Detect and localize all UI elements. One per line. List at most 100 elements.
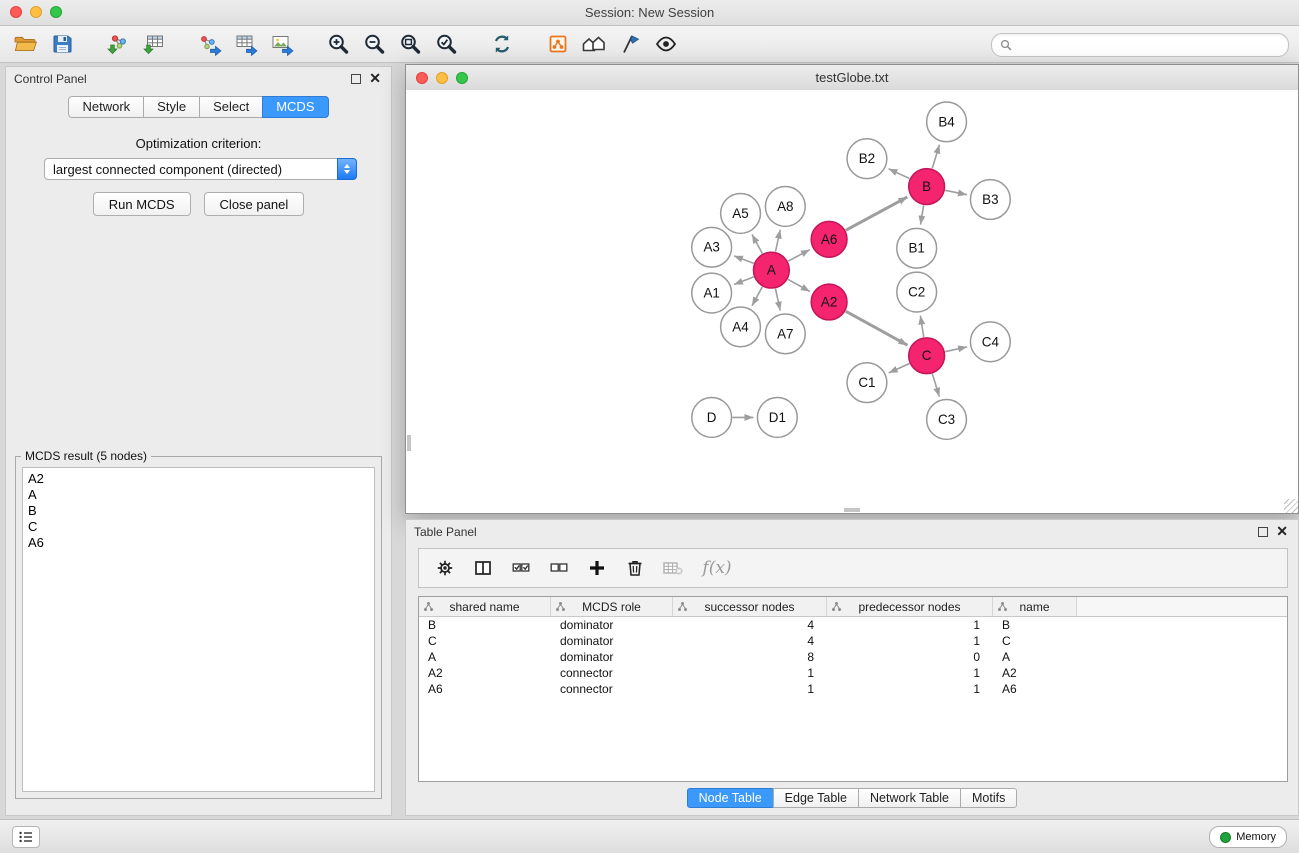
table-float-panel-icon[interactable] — [1258, 527, 1268, 537]
import-table-button[interactable] — [136, 29, 172, 60]
network-view[interactable]: B4B2BB3A5A8A6A3B1AA1C2A2A4A7C4CC1C3DD1 — [406, 90, 1298, 513]
table-cell[interactable]: A — [419, 650, 551, 664]
table-settings-button[interactable] — [429, 553, 461, 583]
table-row[interactable]: Bdominator41B — [419, 617, 1287, 633]
table-tab-edge-table[interactable]: Edge Table — [773, 788, 859, 808]
column-header-name[interactable]: name — [993, 597, 1077, 616]
column-header-predecessor-nodes[interactable]: predecessor nodes — [827, 597, 993, 616]
save-session-button[interactable] — [44, 29, 80, 60]
table-cell[interactable]: C — [419, 634, 551, 648]
mcds-result-item[interactable]: C — [28, 519, 369, 535]
export-image-button[interactable] — [264, 29, 300, 60]
table-cell[interactable]: B — [419, 618, 551, 632]
table-cell[interactable]: 4 — [673, 618, 827, 632]
refresh-button[interactable] — [484, 29, 520, 60]
table-cell[interactable]: C — [993, 634, 1077, 648]
zoom-selected-button[interactable] — [428, 29, 464, 60]
graph-node-C2[interactable]: C2 — [897, 272, 937, 312]
graph-node-A7[interactable]: A7 — [765, 314, 805, 354]
delete-table-button[interactable] — [657, 553, 689, 583]
table-cell[interactable]: A — [993, 650, 1077, 664]
run-mcds-button[interactable]: Run MCDS — [93, 192, 191, 216]
network-canvas[interactable]: B4B2BB3A5A8A6A3B1AA1C2A2A4A7C4CC1C3DD1 — [406, 90, 1298, 513]
delete-column-button[interactable] — [619, 553, 651, 583]
table-cell[interactable]: dominator — [551, 618, 673, 632]
table-cell[interactable]: 1 — [827, 682, 993, 696]
graph-node-A4[interactable]: A4 — [721, 307, 761, 347]
graph-node-C4[interactable]: C4 — [970, 322, 1010, 362]
tab-mcds[interactable]: MCDS — [262, 96, 328, 118]
graph-node-B2[interactable]: B2 — [847, 139, 887, 179]
table-tab-motifs[interactable]: Motifs — [960, 788, 1017, 808]
table-cell[interactable]: A2 — [993, 666, 1077, 680]
graph-node-A2[interactable]: A2 — [811, 284, 847, 320]
table-row[interactable]: A2connector11A2 — [419, 665, 1287, 681]
zoom-fit-button[interactable] — [392, 29, 428, 60]
graph-node-B4[interactable]: B4 — [927, 102, 967, 142]
table-row[interactable]: Cdominator41C — [419, 633, 1287, 649]
table-cell[interactable]: connector — [551, 682, 673, 696]
first-neighbors-button[interactable] — [540, 29, 576, 60]
table-cell[interactable]: A6 — [419, 682, 551, 696]
tab-style[interactable]: Style — [143, 96, 200, 118]
table-cell[interactable]: 1 — [827, 634, 993, 648]
close-panel-icon[interactable]: ✕ — [369, 70, 381, 86]
table-cell[interactable]: A2 — [419, 666, 551, 680]
export-network-button[interactable] — [192, 29, 228, 60]
table-cell[interactable]: A6 — [993, 682, 1077, 696]
table-cell[interactable]: 1 — [673, 666, 827, 680]
export-table-button[interactable] — [228, 29, 264, 60]
open-folder-button[interactable] — [8, 29, 44, 60]
task-history-button[interactable] — [12, 826, 40, 848]
tab-select[interactable]: Select — [199, 96, 263, 118]
add-column-button[interactable] — [581, 553, 613, 583]
column-header-mcds-role[interactable]: MCDS role — [551, 597, 673, 616]
graph-node-A1[interactable]: A1 — [692, 273, 732, 313]
graph-node-C1[interactable]: C1 — [847, 363, 887, 403]
graph-node-D1[interactable]: D1 — [757, 398, 797, 438]
visual-style-button[interactable] — [612, 29, 648, 60]
table-row[interactable]: A6connector11A6 — [419, 681, 1287, 697]
memory-button[interactable]: Memory — [1209, 826, 1287, 848]
table-cell[interactable]: B — [993, 618, 1077, 632]
resize-grip[interactable] — [1284, 499, 1298, 513]
table-cell[interactable]: 1 — [827, 666, 993, 680]
function-builder-button[interactable]: f(x) — [695, 553, 739, 583]
show-hide-graphics-button[interactable] — [648, 29, 684, 60]
graph-node-A8[interactable]: A8 — [765, 187, 805, 227]
table-cell[interactable]: 8 — [673, 650, 827, 664]
table-cell[interactable]: 1 — [673, 682, 827, 696]
table-cell[interactable]: 1 — [827, 618, 993, 632]
table-row[interactable]: Adominator80A — [419, 649, 1287, 665]
table-cell[interactable]: dominator — [551, 650, 673, 664]
table-tab-node-table[interactable]: Node Table — [687, 788, 774, 808]
import-network-button[interactable] — [100, 29, 136, 60]
graph-node-A3[interactable]: A3 — [692, 227, 732, 267]
graph-node-B[interactable]: B — [909, 169, 945, 205]
float-panel-icon[interactable] — [351, 74, 361, 84]
graph-node-A6[interactable]: A6 — [811, 221, 847, 257]
search-input[interactable] — [1012, 38, 1288, 52]
mcds-result-item[interactable]: A2 — [28, 471, 369, 487]
mcds-result-item[interactable]: A6 — [28, 535, 369, 551]
graph-node-D[interactable]: D — [692, 398, 732, 438]
table-cell[interactable]: 4 — [673, 634, 827, 648]
zoom-in-button[interactable] — [320, 29, 356, 60]
graph-node-C3[interactable]: C3 — [927, 400, 967, 440]
graph-node-A[interactable]: A — [753, 252, 789, 288]
column-header-successor-nodes[interactable]: successor nodes — [673, 597, 827, 616]
table-close-panel-icon[interactable]: ✕ — [1276, 523, 1288, 539]
tab-network[interactable]: Network — [68, 96, 144, 118]
graph-node-B1[interactable]: B1 — [897, 228, 937, 268]
criterion-dropdown[interactable]: largest connected component (directed) — [44, 158, 357, 180]
graph-node-C[interactable]: C — [909, 338, 945, 374]
table-cell[interactable]: 0 — [827, 650, 993, 664]
show-all-button[interactable] — [576, 29, 612, 60]
select-all-rows-button[interactable] — [505, 553, 537, 583]
mcds-result-item[interactable]: A — [28, 487, 369, 503]
column-visibility-button[interactable] — [467, 553, 499, 583]
vertical-scrollbar[interactable] — [407, 435, 411, 451]
mcds-result-item[interactable]: B — [28, 503, 369, 519]
column-header-shared-name[interactable]: shared name — [419, 597, 551, 616]
table-cell[interactable]: connector — [551, 666, 673, 680]
